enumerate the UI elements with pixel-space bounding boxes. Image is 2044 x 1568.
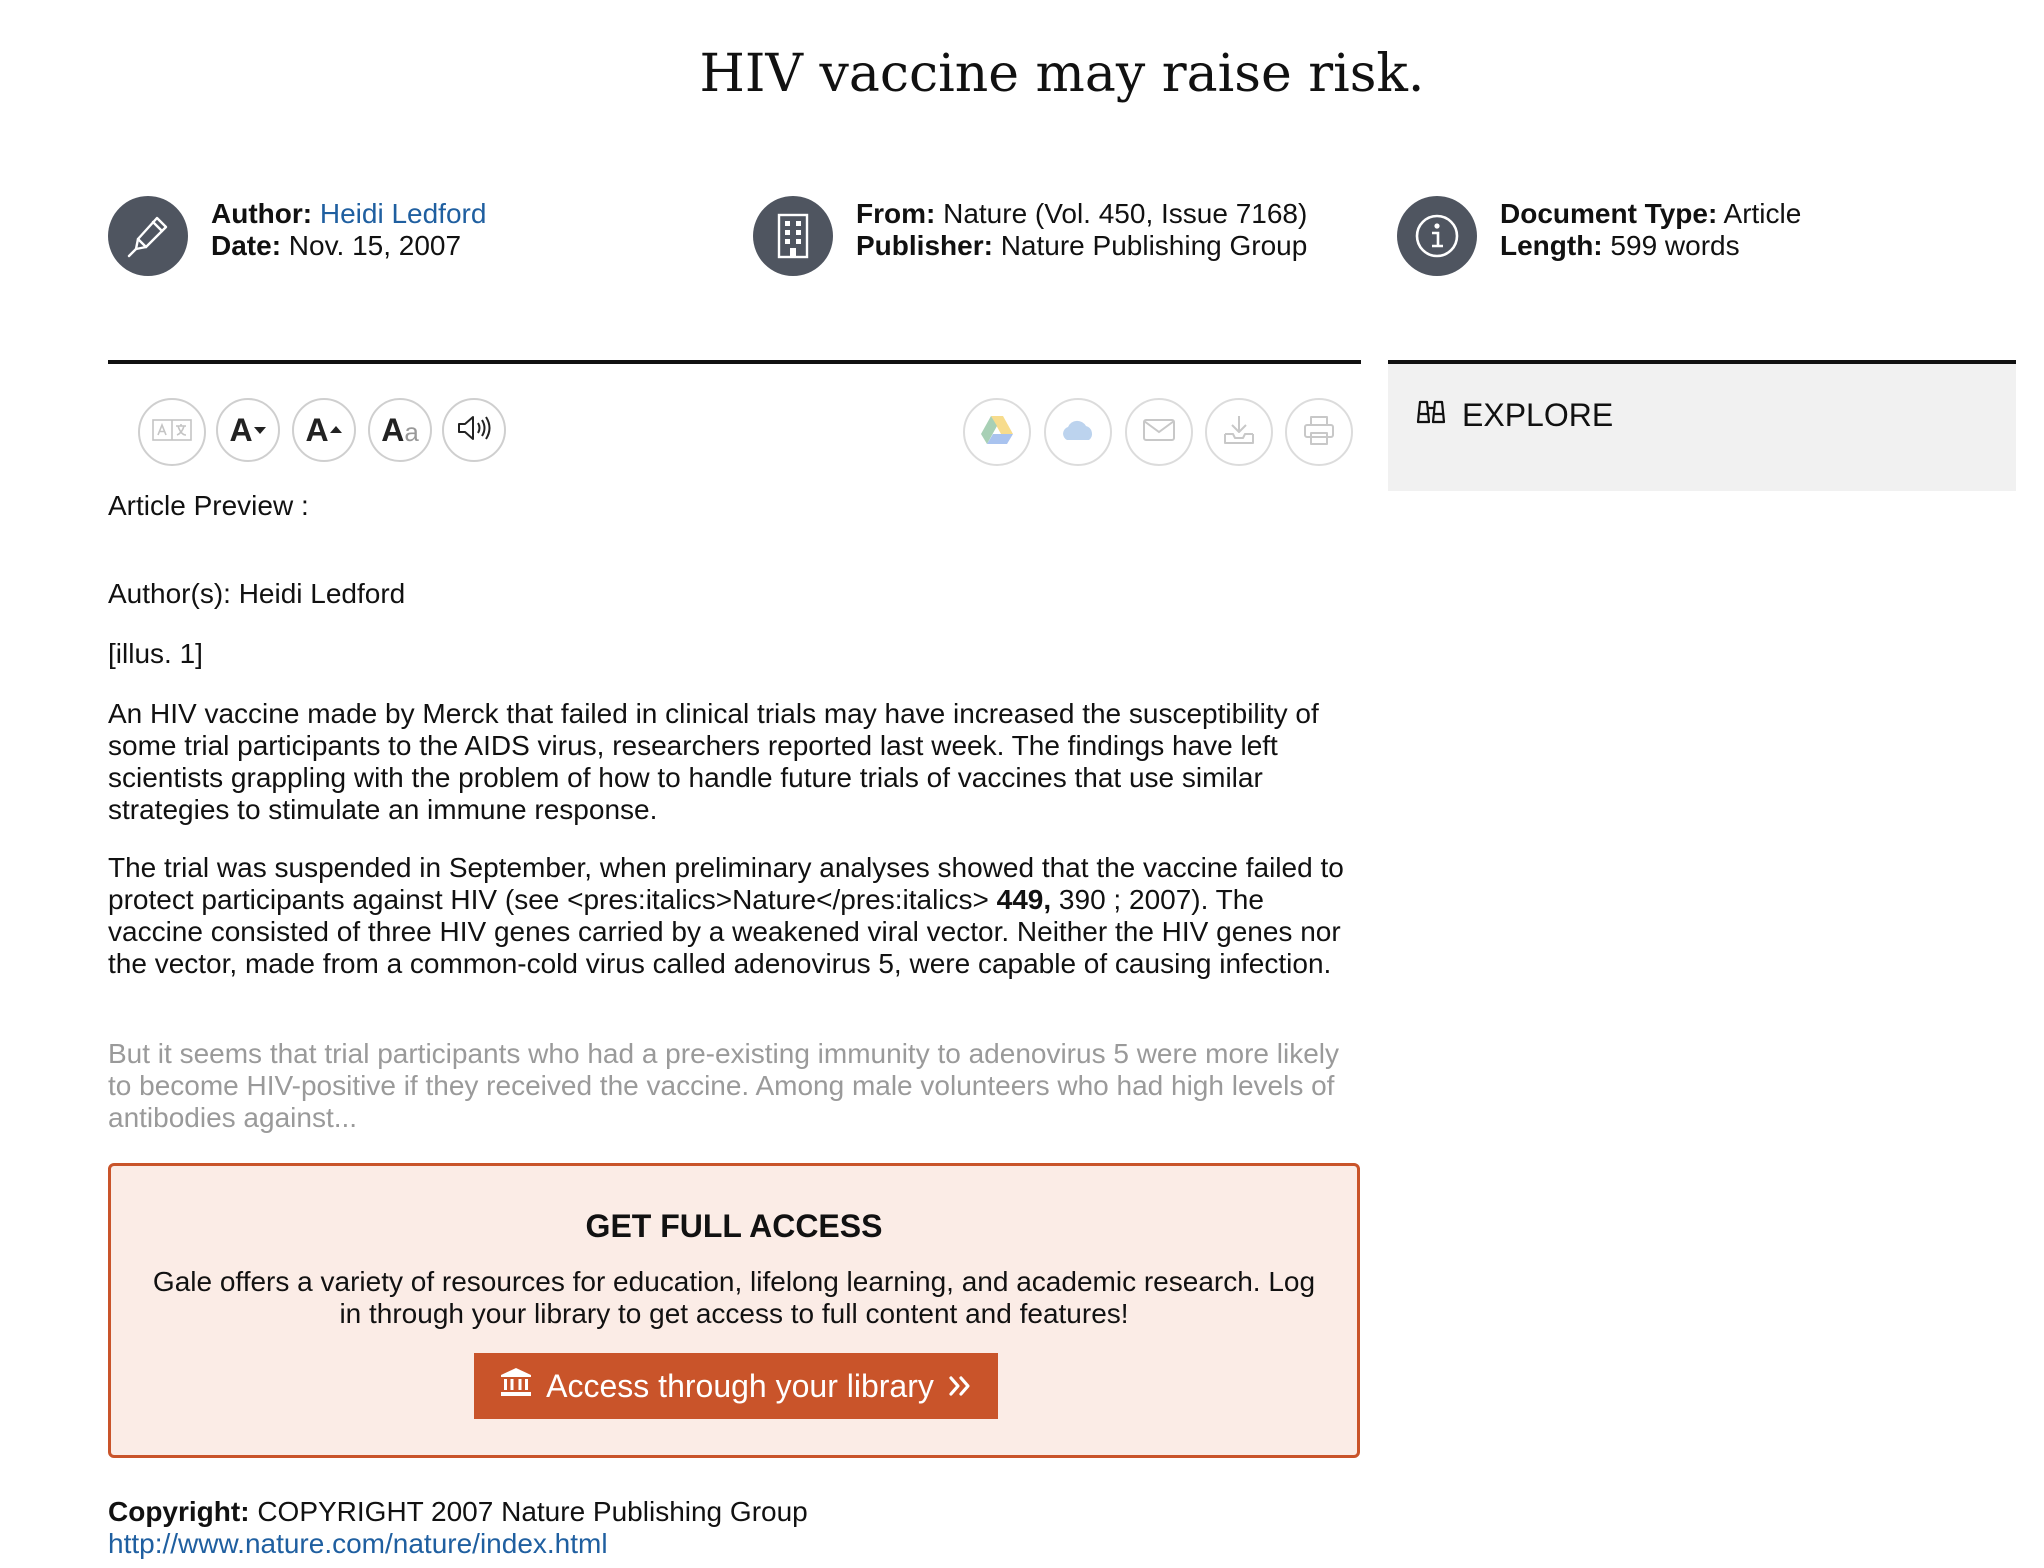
- doctype-value: Article: [1723, 198, 1802, 229]
- explore-button[interactable]: EXPLORE: [1414, 396, 1613, 434]
- explore-panel: EXPLORE: [1388, 364, 2016, 491]
- date-value: Nov. 15, 2007: [288, 230, 462, 261]
- author-label: Author:: [211, 198, 313, 229]
- explore-label: EXPLORE: [1462, 396, 1614, 433]
- translate-icon: [152, 417, 192, 448]
- copyright-block: Copyright: COPYRIGHT 2007 Nature Publish…: [108, 1496, 808, 1560]
- access-library-button[interactable]: Access through your library: [474, 1353, 998, 1419]
- date-label: Date:: [211, 230, 282, 261]
- full-access-box: GET FULL ACCESS Gale offers a variety of…: [108, 1163, 1360, 1458]
- preview-illustration: [illus. 1]: [108, 638, 203, 669]
- increase-font-button[interactable]: A: [292, 398, 356, 462]
- from-value: Nature (Vol. 450, Issue 7168): [943, 198, 1308, 229]
- decrease-font-icon: [253, 427, 266, 434]
- font-style-big: A: [381, 411, 405, 448]
- print-button[interactable]: [1285, 398, 1353, 466]
- author-link[interactable]: Heidi Ledford: [320, 198, 487, 229]
- email-button[interactable]: [1125, 398, 1193, 466]
- building-icon: [753, 196, 833, 276]
- binoculars-icon: [1414, 396, 1448, 434]
- speaker-icon: [456, 413, 492, 448]
- onedrive-button[interactable]: [1044, 398, 1112, 466]
- length-value: 599 words: [1610, 230, 1740, 261]
- preview-paragraph-2: The trial was suspended in September, wh…: [108, 852, 1360, 980]
- decrease-font-label: A: [229, 411, 253, 448]
- font-style-button[interactable]: Aa: [368, 398, 432, 462]
- preview-paragraph-3: But it seems that trial participants who…: [108, 1038, 1339, 1133]
- info-icon: [1397, 196, 1477, 276]
- download-button[interactable]: [1205, 398, 1273, 466]
- length-label: Length:: [1500, 230, 1603, 261]
- preview-authors: Author(s): Heidi Ledford: [108, 578, 406, 609]
- decrease-font-button[interactable]: A: [216, 398, 280, 462]
- preview-paragraph-2-volume: 449,: [996, 884, 1052, 915]
- google-drive-button[interactable]: [963, 398, 1031, 466]
- onedrive-icon: [1059, 418, 1097, 447]
- source-url-link[interactable]: http://www.nature.com/nature/index.html: [108, 1528, 608, 1559]
- copyright-text: COPYRIGHT 2007 Nature Publishing Group: [257, 1496, 808, 1527]
- publisher-value: Nature Publishing Group: [1000, 230, 1308, 261]
- translate-button[interactable]: [138, 398, 206, 466]
- download-icon: [1222, 414, 1256, 451]
- access-button-label: Access through your library: [546, 1367, 934, 1404]
- listen-button[interactable]: [442, 398, 506, 462]
- doctype-label: Document Type:: [1500, 198, 1718, 229]
- pen-nib-icon: [108, 196, 188, 276]
- increase-font-icon: [329, 426, 342, 433]
- preview-heading: Article Preview :: [108, 490, 309, 521]
- content-divider: [108, 360, 1361, 364]
- access-description: Gale offers a variety of resources for e…: [152, 1266, 1316, 1329]
- email-icon: [1142, 417, 1176, 448]
- from-label: From:: [856, 198, 936, 229]
- preview-paragraph-1: An HIV vaccine made by Merck that failed…: [108, 698, 1319, 825]
- article-title: HIV vaccine may raise risk.: [699, 44, 1425, 104]
- font-style-small: a: [404, 416, 419, 447]
- double-chevron-right-icon: [948, 1368, 972, 1405]
- increase-font-label: A: [305, 411, 329, 448]
- institution-icon: [500, 1367, 532, 1405]
- publisher-label: Publisher:: [856, 230, 993, 261]
- access-title: GET FULL ACCESS: [585, 1208, 883, 1244]
- font-style-icon: Aa: [381, 412, 419, 449]
- copyright-label: Copyright:: [108, 1496, 250, 1527]
- google-drive-icon: [979, 414, 1015, 451]
- print-icon: [1302, 414, 1336, 451]
